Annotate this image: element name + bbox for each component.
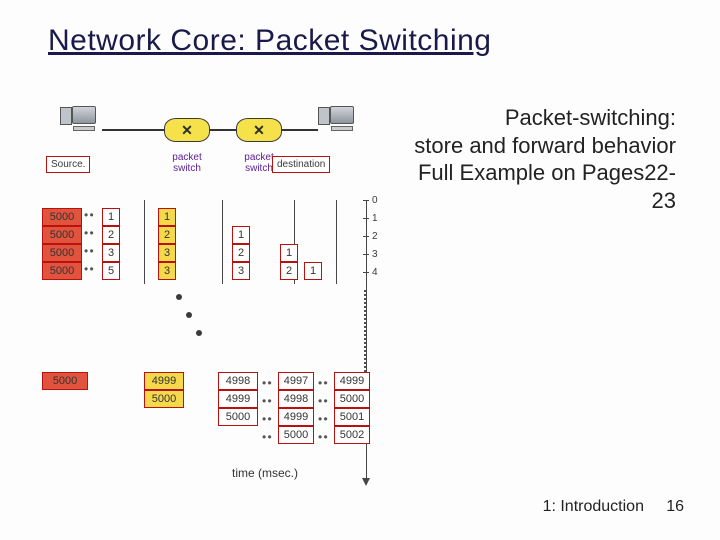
- packet-cell: 5000: [42, 372, 88, 390]
- time-axis-label: time (msec.): [232, 466, 298, 480]
- dots-icon: • •: [262, 412, 271, 426]
- packet-cell: 3: [158, 244, 176, 262]
- tick-label: 2: [372, 231, 378, 242]
- dots-icon: • •: [262, 376, 271, 390]
- dot-icon: [186, 312, 192, 318]
- dots-icon: • •: [318, 394, 327, 408]
- text-line-3: Full Example on Pages22-23: [396, 159, 676, 214]
- dots-icon: • •: [84, 208, 93, 222]
- axis-dots: [364, 290, 366, 380]
- packet-cell: 5000: [42, 262, 82, 280]
- packet-cell: 5000: [218, 408, 258, 426]
- packet-cell: 2: [232, 244, 250, 262]
- packet-cell: 4999: [278, 408, 314, 426]
- packet-cell: 4997: [278, 372, 314, 390]
- packet-cell: 4999: [144, 372, 184, 390]
- packet-cell: 3: [102, 244, 120, 262]
- dot-icon: [176, 294, 182, 300]
- packet-cell: 5001: [334, 408, 370, 426]
- packet-cell: 5000: [334, 390, 370, 408]
- packet-cell: 1: [158, 208, 176, 226]
- packet-cell: 5: [102, 262, 120, 280]
- arrow-down-icon: [362, 478, 370, 486]
- router-icon: ✕: [236, 118, 282, 142]
- tick-label: 3: [372, 249, 378, 260]
- packet-cell: 2: [158, 226, 176, 244]
- source-computer-icon: [64, 106, 104, 131]
- slide-title: Network Core: Packet Switching: [48, 24, 678, 58]
- packet-cell: 5000: [42, 208, 82, 226]
- packet-cell: 5000: [42, 226, 82, 244]
- right-text-block: Packet-switching: store and forward beha…: [396, 104, 676, 214]
- packet-cell: 1: [280, 244, 298, 262]
- source-label-box: Source.: [46, 156, 90, 173]
- packet-cell: 1: [102, 208, 120, 226]
- text-line-1: Packet-switching:: [396, 104, 676, 132]
- hop-axis: [144, 200, 145, 284]
- packet-cell: 5000: [278, 426, 314, 444]
- text-line-2: store and forward behavior: [396, 132, 676, 160]
- packet-cell: 1: [304, 262, 322, 280]
- network-diagram: ✕ ✕ packet switch packet switch: [48, 104, 378, 196]
- tick-label: 0: [372, 195, 378, 206]
- router-label: packet switch: [162, 152, 212, 174]
- tick-label: 1: [372, 213, 378, 224]
- footer-section: 1: Introduction 16: [543, 498, 684, 516]
- packet-cell: 1: [232, 226, 250, 244]
- router-icon: ✕: [164, 118, 210, 142]
- packet-cell: 4998: [278, 390, 314, 408]
- dots-icon: • •: [262, 430, 271, 444]
- section-label: 1: Introduction: [543, 498, 644, 515]
- dots-icon: • •: [84, 244, 93, 258]
- packet-cell: 3: [232, 262, 250, 280]
- dot-icon: [196, 330, 202, 336]
- packet-cell: 3: [158, 262, 176, 280]
- timing-diagram: 0 1 2 3 4 5000 • • 1 5000 • • 2 5000 • •…: [46, 200, 414, 490]
- hop-axis: [336, 200, 337, 284]
- dots-icon: • •: [318, 376, 327, 390]
- page-number: 16: [666, 498, 684, 515]
- dots-icon: • •: [84, 226, 93, 240]
- packet-cell: 2: [280, 262, 298, 280]
- dest-computer-icon: [322, 106, 362, 131]
- dots-icon: • •: [318, 412, 327, 426]
- packet-cell: 4998: [218, 372, 258, 390]
- packet-cell: 5000: [144, 390, 184, 408]
- packet-cell: 5000: [42, 244, 82, 262]
- hop-axis: [222, 200, 223, 284]
- tick-label: 4: [372, 267, 378, 278]
- packet-cell: 2: [102, 226, 120, 244]
- packet-cell: 4999: [218, 390, 258, 408]
- dots-icon: • •: [262, 394, 271, 408]
- dots-icon: • •: [84, 262, 93, 276]
- packet-cell: 4999: [334, 372, 370, 390]
- dots-icon: • •: [318, 430, 327, 444]
- packet-cell: 5002: [334, 426, 370, 444]
- destination-label-box: destination: [272, 156, 330, 173]
